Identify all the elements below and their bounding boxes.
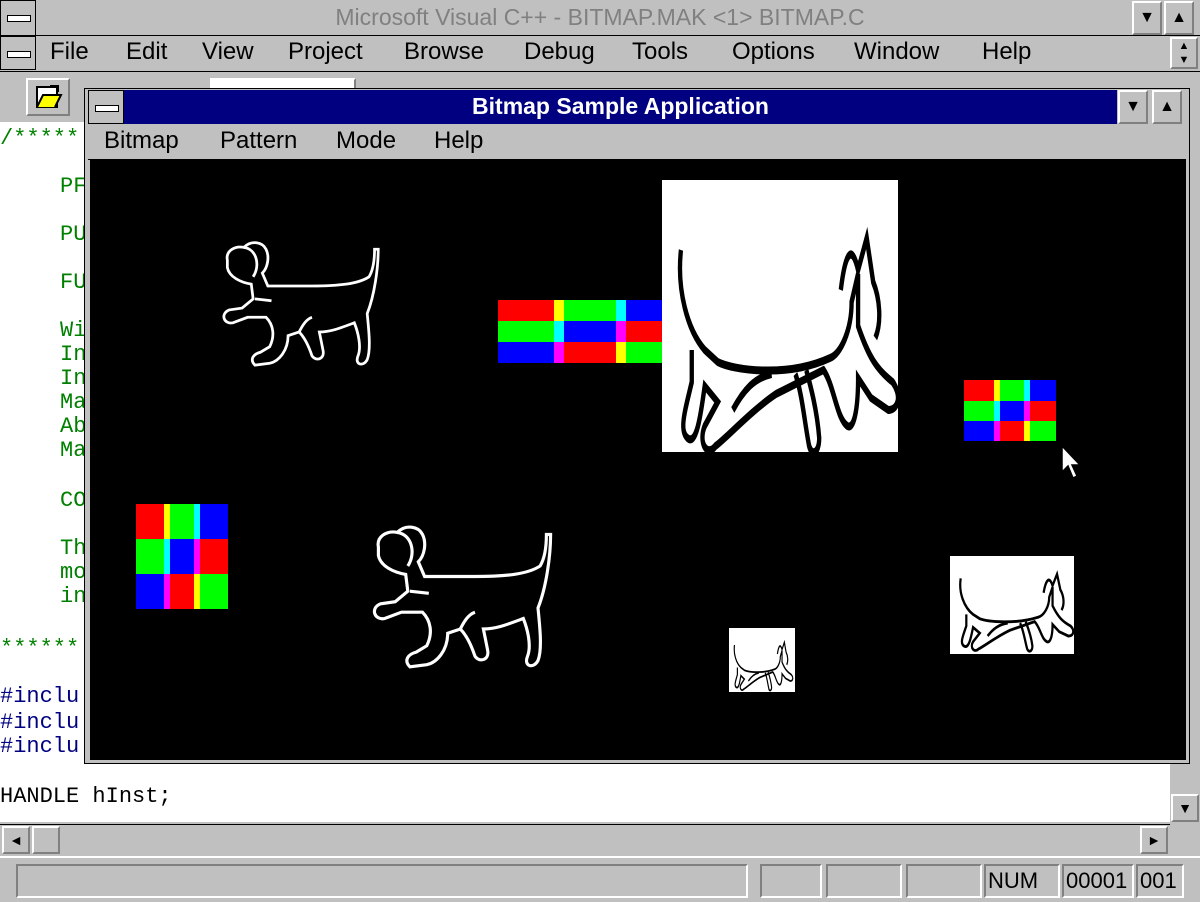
status-bar: NUM 00001 001 bbox=[0, 856, 1200, 902]
code-line: ****** bbox=[0, 636, 80, 661]
scroll-right-icon[interactable]: ► bbox=[1140, 826, 1168, 854]
child-title-bar: Bitmap Sample Application bbox=[124, 90, 1117, 124]
menu-window[interactable]: Window bbox=[854, 38, 939, 66]
app-title: Microsoft Visual C++ - BITMAP.MAK <1> BI… bbox=[335, 4, 865, 30]
code-line: PF bbox=[60, 174, 87, 199]
menu-tools[interactable]: Tools bbox=[632, 38, 688, 66]
num-lock-indicator: NUM bbox=[984, 864, 1060, 898]
code-line: Wi bbox=[60, 318, 87, 343]
code-line: /***** bbox=[0, 126, 80, 151]
cat-bitmap-large bbox=[662, 180, 898, 452]
status-message bbox=[16, 864, 748, 898]
child-system-menu-icon[interactable] bbox=[88, 90, 124, 124]
column-number: 001 bbox=[1136, 864, 1184, 898]
maximize-icon[interactable]: ▲ bbox=[1164, 1, 1194, 35]
child-menu-bitmap[interactable]: Bitmap bbox=[104, 127, 179, 155]
color-pattern-bitmap bbox=[964, 380, 1056, 441]
cat-bitmap-small bbox=[729, 628, 795, 692]
child-menu-help[interactable]: Help bbox=[434, 127, 483, 155]
code-line: HANDLE hInst; bbox=[0, 784, 172, 809]
dog-bitmap bbox=[222, 241, 380, 367]
status-panel bbox=[760, 864, 822, 898]
code-line: Ab bbox=[60, 414, 87, 439]
line-number: 00001 bbox=[1062, 864, 1134, 898]
restore-icon[interactable]: ▲ ▼ bbox=[1170, 37, 1198, 69]
menu-browse[interactable]: Browse bbox=[404, 38, 484, 66]
menu-options[interactable]: Options bbox=[732, 38, 815, 66]
cat-bitmap-medium bbox=[950, 556, 1074, 654]
child-maximize-icon[interactable]: ▲ bbox=[1152, 90, 1182, 124]
code-line: #inclu bbox=[0, 684, 80, 709]
menu-help[interactable]: Help bbox=[982, 38, 1031, 66]
code-line: #inclu bbox=[0, 710, 80, 735]
code-line: in bbox=[60, 584, 87, 609]
scroll-thumb[interactable] bbox=[32, 826, 60, 854]
open-file-icon[interactable] bbox=[26, 78, 70, 116]
child-minimize-icon[interactable]: ▼ bbox=[1118, 90, 1148, 124]
horizontal-scrollbar[interactable]: ◄ ► bbox=[0, 824, 1170, 855]
code-line: In bbox=[60, 366, 87, 391]
status-panel bbox=[906, 864, 982, 898]
child-menu-pattern[interactable]: Pattern bbox=[220, 127, 297, 155]
child-window-title: Bitmap Sample Application bbox=[472, 93, 769, 119]
color-pattern-bitmap bbox=[498, 300, 678, 363]
app-title-bar: Microsoft Visual C++ - BITMAP.MAK <1> BI… bbox=[0, 0, 1200, 36]
code-line: PU bbox=[60, 222, 87, 247]
code-line: mo bbox=[60, 560, 87, 585]
menu-file[interactable]: File bbox=[50, 38, 89, 66]
menu-project[interactable]: Project bbox=[288, 38, 363, 66]
bitmap-canvas[interactable] bbox=[90, 160, 1186, 760]
code-line: Th bbox=[60, 536, 87, 561]
minimize-icon[interactable]: ▼ bbox=[1132, 1, 1162, 35]
menu-bar: File Edit View Project Browse Debug Tool… bbox=[0, 36, 1200, 72]
code-line: CO bbox=[60, 488, 87, 513]
document-system-menu-icon[interactable] bbox=[0, 36, 36, 70]
code-line: In bbox=[60, 342, 87, 367]
scroll-left-icon[interactable]: ◄ bbox=[2, 826, 30, 854]
menu-view[interactable]: View bbox=[202, 38, 254, 66]
status-panel bbox=[826, 864, 902, 898]
code-line: Ma bbox=[60, 438, 87, 463]
child-menu-bar: Bitmap Pattern Mode Help bbox=[88, 124, 1186, 160]
menu-debug[interactable]: Debug bbox=[524, 38, 595, 66]
code-line: Ma bbox=[60, 390, 87, 415]
color-pattern-bitmap bbox=[136, 504, 228, 609]
mouse-pointer-icon bbox=[1061, 444, 1082, 480]
child-menu-mode[interactable]: Mode bbox=[336, 127, 396, 155]
code-line: FU bbox=[60, 270, 87, 295]
dog-bitmap bbox=[372, 525, 553, 669]
menu-edit[interactable]: Edit bbox=[126, 38, 167, 66]
code-line: #inclu bbox=[0, 734, 80, 759]
scroll-down-icon[interactable]: ▼ bbox=[1171, 794, 1199, 822]
